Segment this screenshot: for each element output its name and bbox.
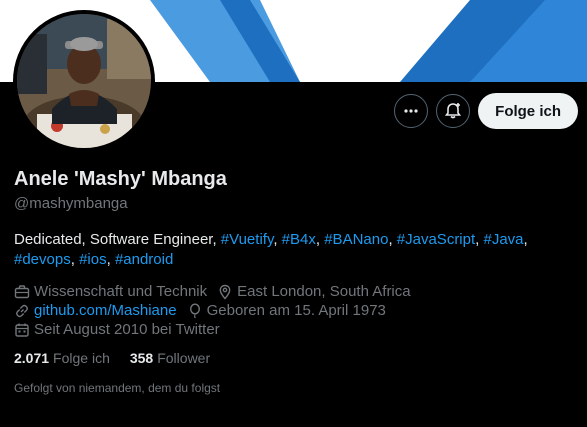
avatar-photo xyxy=(17,14,151,148)
profile-meta: Wissenschaft und Technik East London, So… xyxy=(14,282,574,339)
more-icon xyxy=(404,109,418,113)
following-stat[interactable]: 2.071 Folge ich xyxy=(14,350,110,366)
hashtag-link[interactable]: #Vuetify xyxy=(221,231,274,248)
hashtag-link[interactable]: #ios xyxy=(79,251,107,268)
category-text: Wissenschaft und Technik xyxy=(34,283,208,300)
bell-plus-icon xyxy=(445,103,462,119)
birthday-text: Geboren am 15. April 1973 xyxy=(206,302,386,319)
balloon-icon xyxy=(189,302,200,318)
joined-text: Seit August 2010 bei Twitter xyxy=(34,321,220,338)
profile-website[interactable]: github.com/Mashiane xyxy=(14,301,177,320)
more-button[interactable] xyxy=(394,94,429,128)
bio-text: Dedicated, Software Engineer, xyxy=(14,231,221,248)
briefcase-icon xyxy=(14,284,30,298)
profile-avatar[interactable] xyxy=(13,10,155,152)
profile-bio: Dedicated, Software Engineer, #Vuetify, … xyxy=(14,230,574,270)
profile-joined: Seit August 2010 bei Twitter xyxy=(14,320,220,339)
link-icon xyxy=(16,304,28,317)
followers-label: Follower xyxy=(157,350,211,366)
followed-by-text: Gefolgt von niemandem, dem du folgst xyxy=(14,381,221,395)
bio-separator: , xyxy=(388,231,397,248)
following-label: Folge ich xyxy=(53,350,110,366)
bio-separator: , xyxy=(315,231,325,248)
profile-location: East London, South Africa xyxy=(217,282,411,301)
following-button[interactable]: Folge ich xyxy=(478,93,578,129)
website-link[interactable]: github.com/Mashiane xyxy=(34,301,177,320)
hashtag-link[interactable]: #JavaScript xyxy=(397,231,475,248)
profile-actions: Folge ich xyxy=(394,93,578,129)
bio-separator: , xyxy=(273,231,282,248)
followers-count: 358 xyxy=(129,350,154,366)
hashtag-link[interactable]: #devops xyxy=(14,251,71,268)
profile-handle: @mashymbanga xyxy=(14,195,128,212)
notify-button[interactable] xyxy=(436,94,471,128)
bio-separator: , xyxy=(106,251,115,268)
profile-display-name: Anele 'Mashy' Mbanga xyxy=(14,168,227,190)
bio-separator: , xyxy=(475,231,484,248)
followers-stat[interactable]: 358 Follower xyxy=(130,350,210,366)
hashtag-link[interactable]: #Java xyxy=(484,231,524,248)
location-text: East London, South Africa xyxy=(237,283,411,300)
calendar-icon xyxy=(15,323,29,337)
hashtag-link[interactable]: #android xyxy=(115,251,173,268)
profile-category: Wissenschaft und Technik xyxy=(14,282,207,301)
bio-separator: , xyxy=(523,231,528,248)
bio-separator: , xyxy=(70,251,80,268)
hashtag-link[interactable]: #B4x xyxy=(282,231,316,248)
following-count: 2.071 xyxy=(14,350,50,366)
profile-stats: 2.071 Folge ich 358 Follower xyxy=(14,350,210,366)
location-pin-icon xyxy=(219,284,231,300)
profile-birthday: Geboren am 15. April 1973 xyxy=(187,301,386,320)
hashtag-link[interactable]: #BANano xyxy=(324,231,388,248)
